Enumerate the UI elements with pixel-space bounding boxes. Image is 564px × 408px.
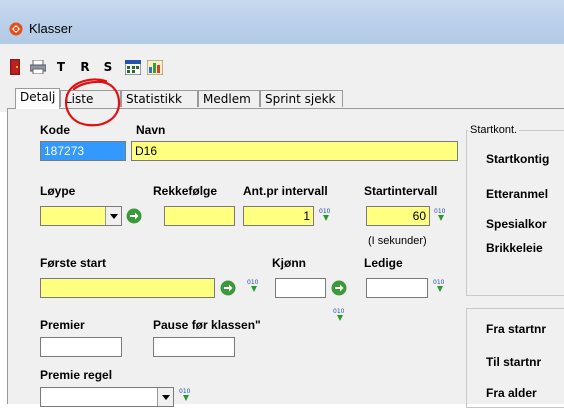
toolbar-t-label: T [56, 60, 66, 74]
tab-medlem[interactable]: Medlem [198, 90, 260, 107]
tab-statistikk-label: Statistikk [126, 92, 182, 106]
spin-icon[interactable]: 010 [432, 277, 448, 293]
calendar-icon[interactable] [125, 58, 141, 76]
range-item: Fra startnr [486, 322, 547, 336]
premier-label: Premier [40, 318, 85, 332]
title-bar [0, 0, 564, 44]
startkont-item: Etteranmel [486, 187, 549, 201]
ant-pr-intervall-label: Ant.pr intervall [243, 184, 328, 198]
toolbar-r-button[interactable]: R [80, 58, 90, 76]
startkont-item: Brikkeleie [486, 241, 543, 255]
ledige-field[interactable] [366, 278, 428, 298]
rekkefolge-field[interactable] [164, 206, 235, 226]
go-arrow-icon[interactable] [220, 280, 236, 296]
forste-start-field[interactable] [40, 278, 215, 298]
svg-text:010: 010 [179, 388, 191, 395]
tab-detalj-label: Detalj [20, 90, 56, 104]
svg-text:010: 010 [319, 208, 331, 215]
spin-icon[interactable]: 010 [178, 386, 194, 402]
ledige-label: Ledige [364, 256, 403, 270]
tab-liste[interactable]: Liste [60, 90, 121, 107]
svg-text:010: 010 [247, 279, 259, 286]
toolbar-s-button[interactable]: S [103, 58, 113, 76]
premier-field[interactable] [40, 337, 122, 357]
kjonn-field[interactable] [275, 278, 326, 298]
print-icon[interactable] [30, 58, 46, 76]
chevron-down-icon[interactable] [105, 207, 121, 225]
spin-icon[interactable]: 010 [318, 206, 334, 222]
premie-regel-label: Premie regel [40, 368, 113, 382]
startintervall-field[interactable]: 60 [366, 206, 430, 226]
svg-text:010: 010 [434, 208, 446, 215]
loype-label: Løype [40, 184, 76, 198]
startintervall-label: Startintervall [364, 184, 438, 198]
go-arrow-icon[interactable] [331, 280, 347, 296]
kode-field[interactable]: 187273 [40, 141, 126, 161]
svg-text:010: 010 [333, 308, 345, 315]
toolbar-s-label: S [103, 60, 113, 74]
startkont-item: Startkontig [486, 152, 550, 166]
tab-detalj[interactable]: Detalj [15, 88, 60, 109]
spin-icon[interactable]: 010 [246, 277, 262, 293]
kjonn-label: Kjønn [272, 256, 306, 270]
pause-field[interactable] [153, 337, 235, 357]
toolbar-r-label: R [80, 60, 90, 74]
tab-medlem-label: Medlem [203, 92, 251, 106]
kode-label: Kode [40, 123, 70, 137]
range-item: Til startnr [486, 355, 542, 369]
forste-start-label: Første start [40, 256, 107, 270]
toolbar-t-button[interactable]: T [56, 58, 66, 76]
rekkefolge-label: Rekkefølge [153, 184, 218, 198]
spin-icon[interactable]: 010 [332, 306, 348, 322]
tab-liste-label: Liste [65, 92, 94, 106]
tab-sprint-sjekk-label: Sprint sjekk [265, 92, 336, 106]
pause-label: Pause før klassen" [153, 318, 261, 332]
startkont-group-title: Startkont. [468, 124, 520, 136]
navn-label: Navn [136, 123, 166, 137]
exit-door-icon[interactable] [9, 58, 21, 76]
window-title: Klasser [29, 21, 73, 36]
navn-field[interactable]: D16 [131, 141, 458, 161]
ant-pr-intervall-field[interactable]: 1 [243, 206, 314, 226]
chart-icon[interactable] [147, 58, 163, 76]
spin-icon[interactable]: 010 [433, 206, 449, 222]
loype-select[interactable] [40, 206, 122, 226]
app-logo-icon [9, 22, 23, 36]
startintervall-unit-note: (I sekunder) [368, 235, 427, 247]
tab-statistikk[interactable]: Statistikk [121, 90, 198, 107]
premie-regel-select[interactable] [40, 387, 174, 407]
startkont-item: Spesialkor [486, 217, 547, 231]
chevron-down-icon[interactable] [157, 388, 173, 406]
tab-sprint-sjekk[interactable]: Sprint sjekk [260, 90, 343, 107]
range-item: Fra alder [486, 386, 537, 400]
svg-text:010: 010 [433, 279, 445, 286]
go-arrow-icon[interactable] [126, 208, 142, 224]
